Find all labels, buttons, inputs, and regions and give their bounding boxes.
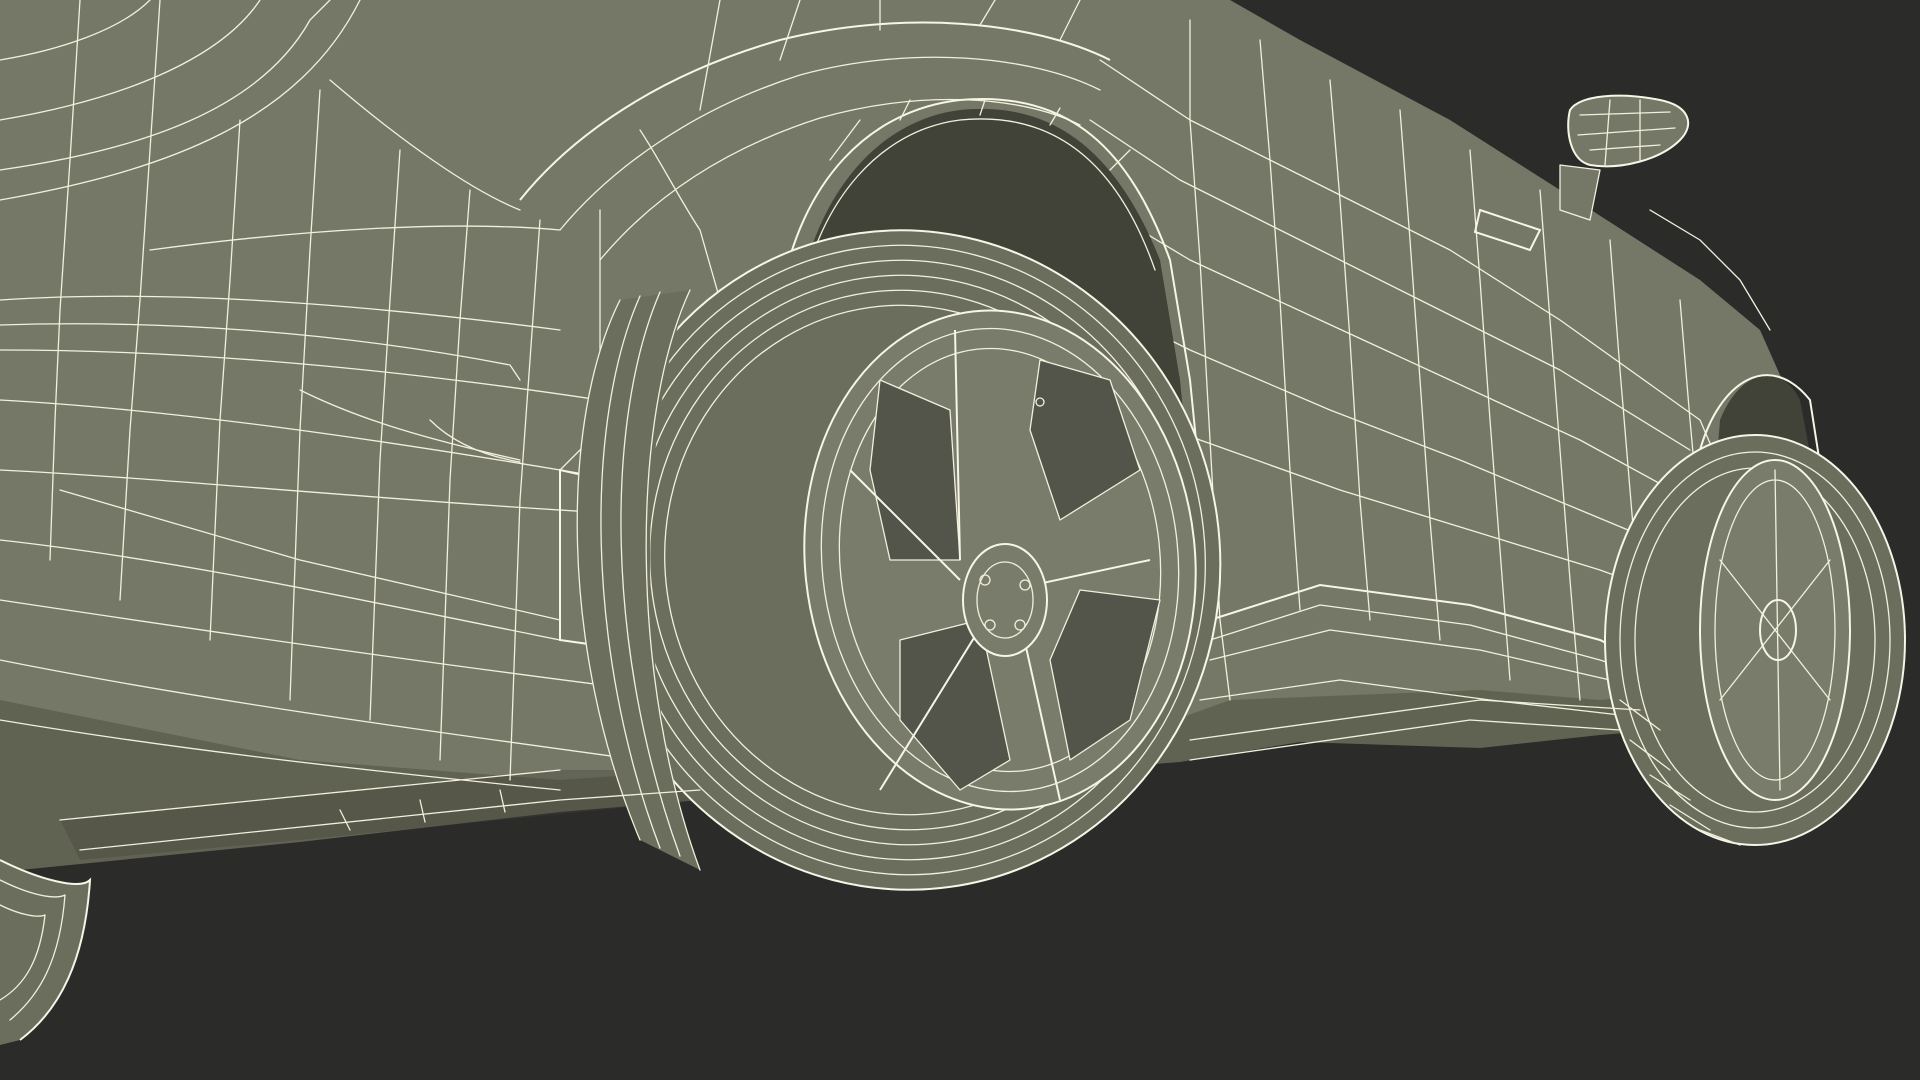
side-mirror [1559, 94, 1690, 221]
render-viewport [0, 0, 1920, 1080]
front-wheel [1604, 434, 1906, 846]
wireframe-car-render [0, 0, 1906, 1045]
left-partial-wheel [0, 859, 92, 1045]
